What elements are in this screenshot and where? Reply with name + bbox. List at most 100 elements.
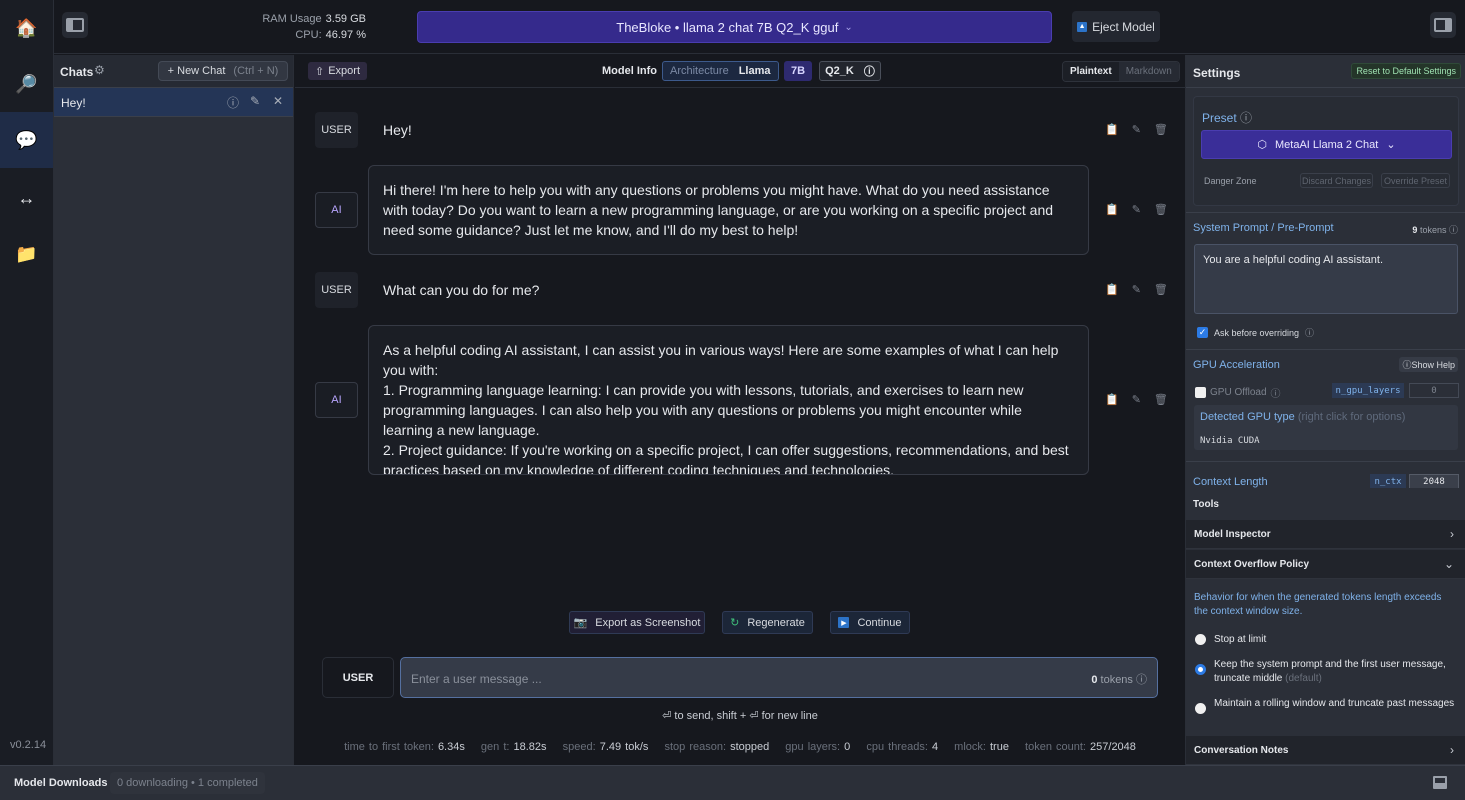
system-prompt-input[interactable]: You are a helpful coding AI assistant. bbox=[1194, 244, 1458, 314]
arrows-horizontal-icon: ↔ bbox=[17, 187, 36, 208]
quantization-badge[interactable]: Q2_K ⓘ bbox=[819, 61, 881, 81]
format-plaintext-option[interactable]: Plaintext bbox=[1063, 62, 1119, 81]
message-input[interactable] bbox=[411, 669, 1051, 689]
stat-stop-reason: stop reason: stopped bbox=[664, 741, 770, 753]
message-text: What can you do for me? bbox=[383, 282, 540, 298]
input-role-selector[interactable]: USER bbox=[322, 657, 394, 698]
rail-home-button[interactable]: 🏠 bbox=[0, 0, 53, 56]
copy-icon[interactable]: 📋 bbox=[1105, 393, 1119, 406]
copy-icon[interactable]: 📋 bbox=[1105, 203, 1119, 216]
discard-changes-button[interactable]: Discard Changes bbox=[1300, 173, 1373, 188]
detected-gpu-label: Detected GPU type (right click for optio… bbox=[1200, 411, 1406, 423]
context-overflow-row[interactable]: Context Overflow Policy ⌄ bbox=[1186, 550, 1465, 579]
eject-model-label: Eject Model bbox=[1092, 19, 1155, 34]
stat-mlock: mlock: true bbox=[954, 741, 1009, 753]
stat-gen-time: gen t: 18.82s bbox=[480, 741, 547, 753]
n-gpu-layers-input[interactable]: 0 bbox=[1409, 383, 1459, 398]
chats-title: Chats bbox=[60, 65, 94, 79]
app-version: v0.2.14 bbox=[10, 739, 47, 751]
trash-icon[interactable]: 🗑 bbox=[1154, 283, 1168, 296]
toggle-left-sidebar-button[interactable] bbox=[62, 12, 88, 38]
gear-icon[interactable]: ⚙ bbox=[94, 63, 105, 77]
chat-main: ⇧ Export Model Info Architecture Llama 7… bbox=[295, 55, 1185, 765]
chat-icon: 💬 bbox=[15, 129, 38, 150]
top-bar: RAM Usage 3.59 GB CPU: 46.97 % TheBloke • … bbox=[54, 0, 1465, 54]
export-button[interactable]: ⇧ Export bbox=[308, 62, 368, 80]
copy-icon[interactable]: 📋 bbox=[1105, 283, 1119, 296]
trash-icon[interactable]: 🗑 bbox=[1154, 203, 1168, 216]
override-preset-button[interactable]: Override Preset bbox=[1381, 173, 1450, 188]
checkbox-checked-icon[interactable]: ✓ bbox=[1197, 327, 1208, 338]
new-chat-button[interactable]: + New Chat (Ctrl + N) bbox=[158, 61, 288, 81]
model-selector[interactable]: TheBloke • llama 2 chat 7B Q2_K gguf ⌄ bbox=[417, 11, 1052, 43]
overflow-option-stop[interactable]: Stop at limit bbox=[1195, 633, 1455, 647]
overflow-option-rolling-window[interactable]: Maintain a rolling window and truncate p… bbox=[1195, 697, 1455, 714]
downloads-status[interactable]: 0 downloading • 1 completed bbox=[110, 772, 265, 794]
radio-unselected-icon[interactable] bbox=[1195, 703, 1206, 714]
preset-label: Preset ⓘ bbox=[1202, 111, 1253, 125]
sidebar-right-icon bbox=[1434, 18, 1452, 32]
ask-before-overriding-checkbox[interactable]: ✓ Ask before overriding ⓘ bbox=[1197, 326, 1314, 339]
copy-icon[interactable]: 📋 bbox=[1105, 123, 1119, 136]
stat-gpu-layers: gpu layers: 0 bbox=[785, 741, 851, 753]
stat-cpu-threads: cpu threads: 4 bbox=[866, 741, 939, 753]
export-screenshot-button[interactable]: 📷 Export as Screenshot bbox=[569, 611, 705, 634]
trash-icon[interactable]: 🗑 bbox=[1154, 123, 1168, 136]
input-token-count: 0 tokens ⓘ bbox=[1091, 671, 1147, 687]
edit-icon[interactable]: ✎ bbox=[1132, 283, 1141, 296]
send-hint: ⏎ to send, shift + ⏎ for new line bbox=[662, 710, 818, 722]
edit-icon[interactable]: ✎ bbox=[1132, 393, 1141, 406]
toggle-bottom-panel-icon[interactable] bbox=[1433, 776, 1447, 789]
model-inspector-row[interactable]: Model Inspector › bbox=[1186, 520, 1465, 549]
toggle-right-sidebar-button[interactable] bbox=[1430, 12, 1456, 38]
info-icon: ⓘ bbox=[1305, 328, 1315, 338]
trash-icon[interactable]: 🗑 bbox=[1154, 393, 1168, 406]
divider bbox=[1186, 461, 1465, 462]
format-markdown-option[interactable]: Markdown bbox=[1118, 62, 1179, 81]
message-input-box: 0 tokens ⓘ bbox=[400, 657, 1158, 698]
detected-gpu-box[interactable]: Detected GPU type (right click for optio… bbox=[1194, 405, 1458, 450]
n-ctx-tag: n_ctx bbox=[1370, 474, 1406, 489]
radio-selected-icon[interactable] bbox=[1195, 664, 1206, 675]
checkbox-unchecked-icon[interactable] bbox=[1195, 387, 1206, 398]
search-icon: 🔎 bbox=[15, 73, 38, 94]
rail-chat-button[interactable]: 💬 bbox=[0, 112, 53, 168]
ram-value: 3.59 GB bbox=[325, 13, 366, 25]
info-icon[interactable]: ⓘ bbox=[227, 94, 239, 111]
folder-icon: 📁 bbox=[15, 243, 38, 264]
show-help-button[interactable]: ⓘ Show Help bbox=[1399, 357, 1458, 372]
play-icon: ▶ bbox=[838, 617, 850, 628]
eject-icon: ▲ bbox=[1077, 21, 1088, 32]
chat-list-item[interactable]: Hey! ⓘ ✎ ✕ bbox=[54, 88, 293, 117]
radio-unselected-icon[interactable] bbox=[1195, 634, 1206, 645]
edit-icon[interactable]: ✎ bbox=[1132, 203, 1141, 216]
rail-search-button[interactable]: 🔎 bbox=[0, 56, 53, 112]
overflow-option-truncate-middle[interactable]: Keep the system prompt and the first use… bbox=[1195, 658, 1455, 686]
rail-models-button[interactable]: 📁 bbox=[0, 226, 53, 282]
reset-settings-button[interactable]: Reset to Default Settings bbox=[1351, 63, 1461, 79]
eject-model-button[interactable]: ▲ Eject Model bbox=[1072, 11, 1160, 42]
settings-title: Settings bbox=[1193, 66, 1241, 80]
new-chat-shortcut: (Ctrl + N) bbox=[233, 65, 279, 77]
new-chat-label: + New Chat bbox=[167, 65, 226, 77]
divider bbox=[1186, 349, 1465, 350]
format-toggle: Plaintext Markdown bbox=[1062, 61, 1180, 82]
rail-server-button[interactable]: ↔ bbox=[0, 170, 53, 226]
architecture-badge: Architecture Llama bbox=[662, 61, 779, 81]
edit-icon[interactable]: ✎ bbox=[1132, 123, 1141, 136]
n-ctx-input[interactable]: 2048 bbox=[1409, 474, 1459, 489]
divider bbox=[1186, 212, 1465, 213]
preset-selector[interactable]: ⬡ MetaAI Llama 2 Chat ⌄ bbox=[1201, 130, 1452, 159]
close-icon[interactable]: ✕ bbox=[273, 94, 283, 108]
pencil-icon[interactable]: ✎ bbox=[250, 94, 260, 108]
message-text: Hey! bbox=[383, 122, 412, 138]
stat-token-count: token count: 257/2048 bbox=[1025, 741, 1136, 753]
gpu-offload-checkbox[interactable]: GPU Offload ⓘ bbox=[1195, 385, 1281, 400]
message-role-user: USER bbox=[315, 272, 358, 308]
bottom-bar: Model Downloads 0 downloading • 1 comple… bbox=[0, 765, 1465, 800]
regenerate-button[interactable]: ↻ Regenerate bbox=[722, 611, 813, 634]
model-downloads-label[interactable]: Model Downloads bbox=[14, 777, 108, 789]
continue-button[interactable]: ▶ Continue bbox=[830, 611, 910, 634]
conversation-notes-row[interactable]: Conversation Notes › bbox=[1186, 736, 1465, 765]
export-screenshot-label: Export as Screenshot bbox=[595, 616, 701, 629]
